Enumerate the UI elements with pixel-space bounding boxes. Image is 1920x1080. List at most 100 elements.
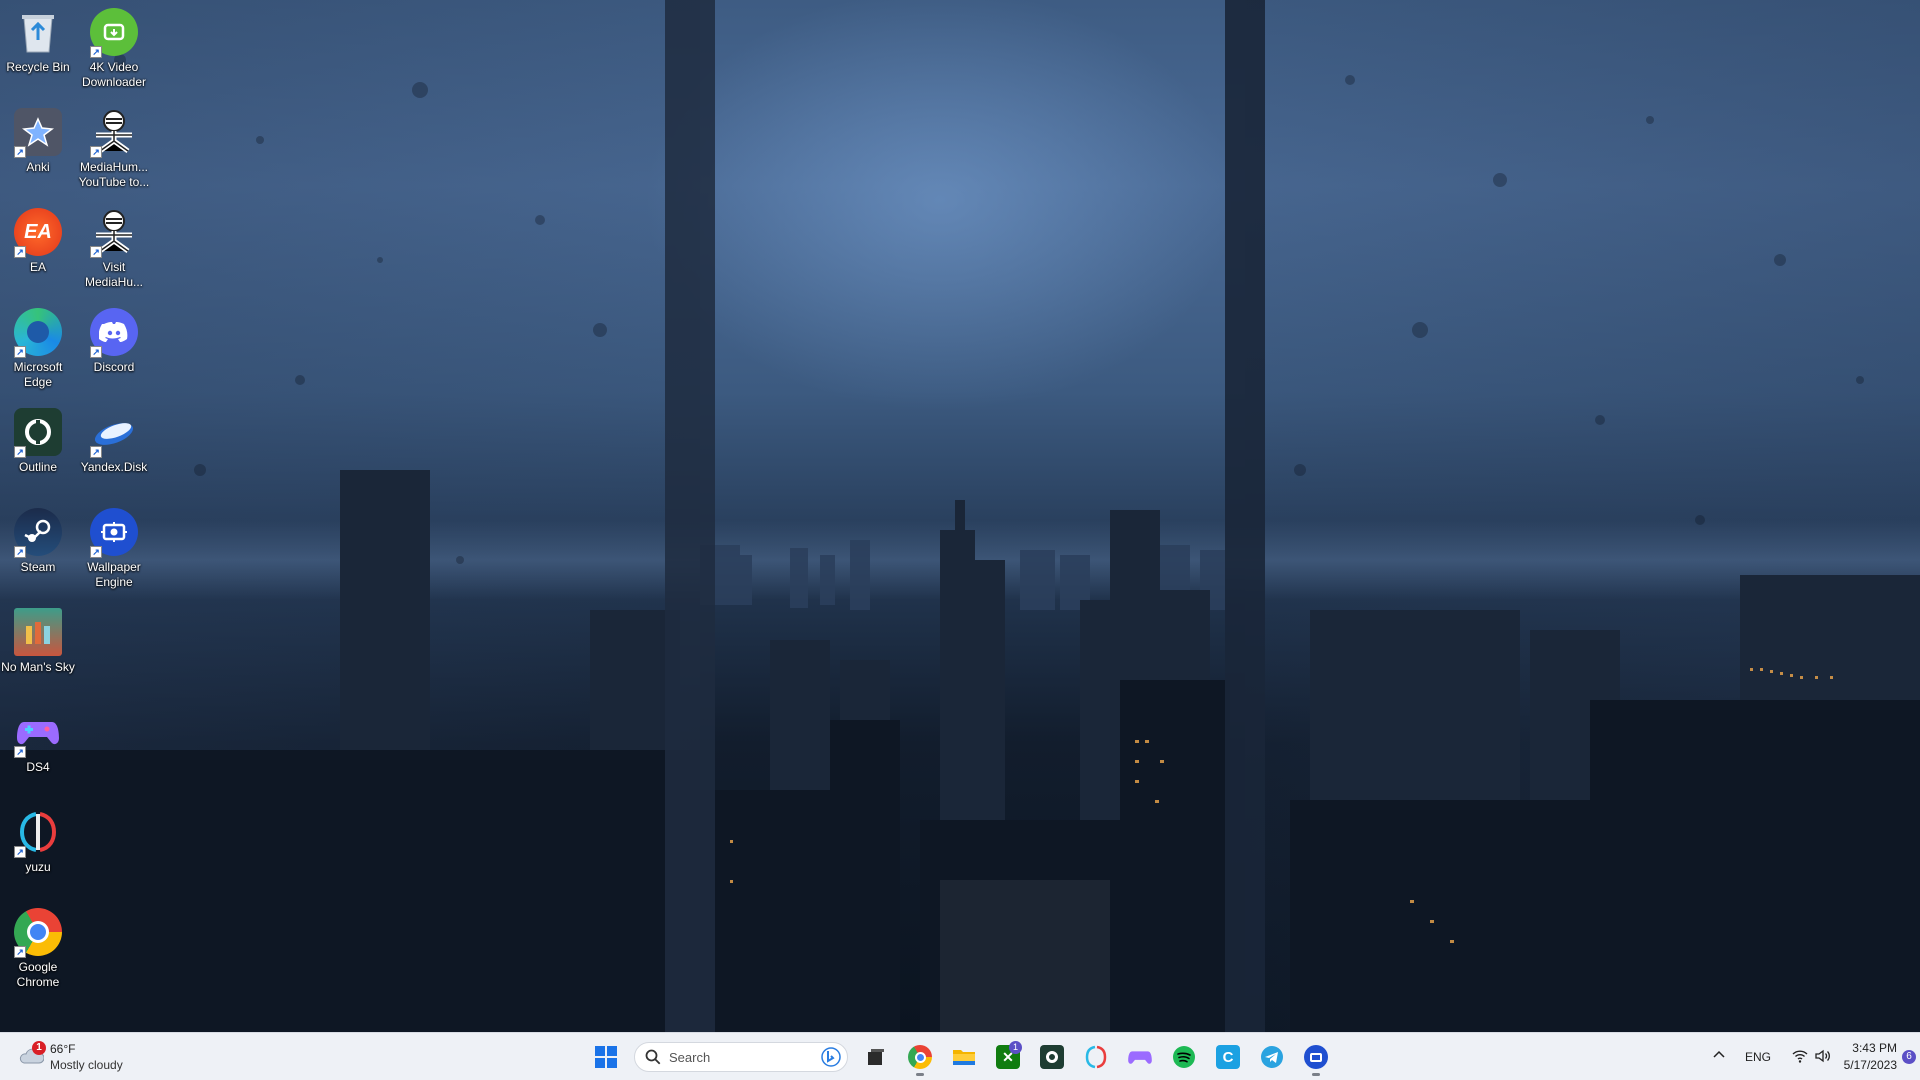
folder-icon bbox=[953, 1050, 975, 1065]
desktop-icon-mediahuman-youtube[interactable]: ↗ MediaHum... YouTube to... bbox=[76, 100, 152, 196]
taskbar-app-ds4[interactable] bbox=[1120, 1037, 1160, 1077]
shortcut-arrow-icon: ↗ bbox=[90, 246, 102, 258]
desktop-icon-label: MediaHum... YouTube to... bbox=[78, 160, 150, 189]
weather-alert-badge: 1 bbox=[32, 1041, 46, 1055]
shortcut-arrow-icon: ↗ bbox=[14, 846, 26, 858]
desktop-icon-steam[interactable]: ↗ Steam bbox=[0, 500, 76, 596]
task-view-button[interactable] bbox=[856, 1037, 896, 1077]
city-skyline bbox=[0, 0, 1920, 1032]
language-indicator[interactable]: ENG bbox=[1745, 1050, 1771, 1064]
taskbar-app-file-explorer[interactable] bbox=[944, 1037, 984, 1077]
shortcut-arrow-icon: ↗ bbox=[14, 346, 26, 358]
shortcut-arrow-icon: ↗ bbox=[90, 546, 102, 558]
desktop-icon-google-chrome[interactable]: ↗ Google Chrome bbox=[0, 900, 76, 996]
taskbar-app-outline[interactable] bbox=[1032, 1037, 1072, 1077]
desktop-icon-label: Outline bbox=[18, 460, 58, 474]
desktop-icon-4k-video-downloader[interactable]: ↗ 4K Video Downloader bbox=[76, 0, 152, 96]
desktop-icon-label: Anki bbox=[26, 160, 50, 174]
chrome-icon: ↗ bbox=[14, 908, 62, 958]
desktop-icon-wallpaper-engine[interactable]: ↗ Wallpaper Engine bbox=[76, 500, 152, 596]
desktop-icon-anki[interactable]: ↗ Anki bbox=[0, 100, 76, 196]
shortcut-arrow-icon: ↗ bbox=[14, 446, 26, 458]
discord-icon: ↗ bbox=[90, 308, 138, 358]
gamepad-icon bbox=[1128, 1051, 1152, 1064]
taskbar-app-yuzu[interactable] bbox=[1076, 1037, 1116, 1077]
xbox-notification-badge: 1 bbox=[1009, 1041, 1022, 1054]
volume-icon[interactable] bbox=[1814, 1047, 1832, 1065]
mediahuman-icon: ↗ bbox=[90, 208, 138, 258]
desktop-icon-recycle-bin[interactable]: Recycle Bin bbox=[0, 0, 76, 96]
notification-badge[interactable]: 6 bbox=[1902, 1050, 1916, 1064]
search-placeholder: Search bbox=[669, 1049, 711, 1065]
chevron-up-icon[interactable] bbox=[1711, 1047, 1727, 1063]
clock-date[interactable]: 5/17/2023 bbox=[1837, 1058, 1897, 1072]
recycle-bin-icon bbox=[14, 8, 62, 56]
desktop-icon-yandex-disk[interactable]: ↗ Yandex.Disk bbox=[76, 400, 152, 496]
edge-icon: ↗ bbox=[14, 308, 62, 358]
running-indicator bbox=[916, 1073, 924, 1076]
yuzu-icon: ↗ bbox=[14, 808, 62, 858]
spotify-icon bbox=[1173, 1046, 1195, 1068]
desktop-icon-label: EA bbox=[29, 260, 46, 274]
desktop-icon-visit-mediahuman[interactable]: ↗ Visit MediaHu... bbox=[76, 200, 152, 296]
shortcut-arrow-icon: ↗ bbox=[14, 546, 26, 558]
desktop-icon-label: Recycle Bin bbox=[6, 60, 70, 74]
taskbar-search[interactable]: Search bbox=[634, 1042, 848, 1072]
desktop-wallpaper bbox=[0, 0, 1920, 1032]
gamepad-icon: ↗ bbox=[14, 708, 62, 758]
desktop-icon-label: No Man's Sky bbox=[1, 660, 75, 674]
anki-icon: ↗ bbox=[14, 108, 62, 158]
taskbar-app-chrome[interactable] bbox=[900, 1037, 940, 1077]
desktop-icon-ea[interactable]: EA ↗ EA bbox=[0, 200, 76, 296]
desktop-icon-yuzu[interactable]: ↗ yuzu bbox=[0, 800, 76, 896]
taskbar-app-ccleaner[interactable]: C bbox=[1208, 1037, 1248, 1077]
running-indicator bbox=[1312, 1073, 1320, 1076]
shortcut-arrow-icon: ↗ bbox=[14, 746, 26, 758]
wifi-icon[interactable] bbox=[1792, 1048, 1808, 1064]
yandex-disk-icon: ↗ bbox=[90, 408, 138, 458]
desktop-icon-microsoft-edge[interactable]: ↗ Microsoft Edge bbox=[0, 300, 76, 396]
desktop-icon-discord[interactable]: ↗ Discord bbox=[76, 300, 152, 396]
desktop-icon-ds4[interactable]: ↗ DS4 bbox=[0, 700, 76, 796]
taskbar-app-xbox[interactable]: ✕ 1 bbox=[988, 1037, 1028, 1077]
taskbar-center: Search ✕ 1 C bbox=[584, 1037, 1338, 1077]
wallpaper-engine-icon: ↗ bbox=[90, 508, 138, 558]
bing-icon[interactable] bbox=[821, 1047, 841, 1067]
search-icon bbox=[645, 1049, 661, 1065]
desktop-icon-label: Steam bbox=[20, 560, 56, 574]
desktop-icon-label: Microsoft Edge bbox=[13, 360, 63, 389]
mediahuman-icon: ↗ bbox=[90, 108, 138, 158]
weather-condition: Mostly cloudy bbox=[50, 1058, 123, 1072]
shortcut-arrow-icon: ↗ bbox=[14, 146, 26, 158]
desktop-icon-label: 4K Video Downloader bbox=[81, 60, 147, 89]
desktop-icon-label: yuzu bbox=[25, 860, 51, 874]
desktop-icon-label: Wallpaper Engine bbox=[87, 560, 141, 589]
steam-icon: ↗ bbox=[14, 508, 62, 558]
taskbar-app-spotify[interactable] bbox=[1164, 1037, 1204, 1077]
weather-temperature: 66°F bbox=[50, 1042, 76, 1056]
shortcut-arrow-icon: ↗ bbox=[14, 246, 26, 258]
4k-video-downloader-icon: ↗ bbox=[90, 8, 138, 58]
weather-widget[interactable]: 1 66°F Mostly cloudy bbox=[14, 1039, 144, 1075]
yuzu-icon bbox=[1085, 1045, 1107, 1069]
taskbar: 1 66°F Mostly cloudy Search ✕ 1 C ENG 3:… bbox=[0, 1032, 1920, 1080]
task-view-icon bbox=[868, 1049, 884, 1065]
outline-icon bbox=[1040, 1045, 1064, 1069]
ea-icon: EA ↗ bbox=[14, 208, 62, 258]
desktop-icon-no-mans-sky[interactable]: No Man's Sky bbox=[0, 600, 76, 696]
shortcut-arrow-icon: ↗ bbox=[90, 146, 102, 158]
wallpaper-engine-icon bbox=[1304, 1045, 1328, 1069]
shortcut-arrow-icon: ↗ bbox=[90, 346, 102, 358]
desktop-icon-label: Google Chrome bbox=[16, 960, 60, 989]
shortcut-arrow-icon: ↗ bbox=[90, 446, 102, 458]
ccleaner-icon: C bbox=[1216, 1045, 1240, 1069]
outline-icon: ↗ bbox=[14, 408, 62, 458]
taskbar-app-wallpaper-engine[interactable] bbox=[1296, 1037, 1336, 1077]
desktop-icon-outline[interactable]: ↗ Outline bbox=[0, 400, 76, 496]
clock-time[interactable]: 3:43 PM bbox=[1837, 1041, 1897, 1055]
start-button[interactable] bbox=[586, 1037, 626, 1077]
taskbar-app-telegram[interactable] bbox=[1252, 1037, 1292, 1077]
no-mans-sky-icon bbox=[14, 608, 62, 656]
shortcut-arrow-icon: ↗ bbox=[14, 946, 26, 958]
desktop-icon-label: Yandex.Disk bbox=[80, 460, 148, 474]
